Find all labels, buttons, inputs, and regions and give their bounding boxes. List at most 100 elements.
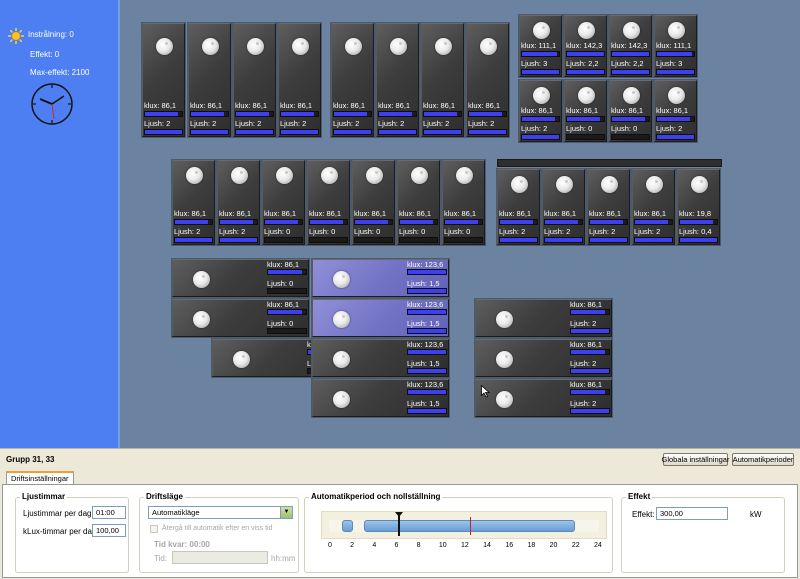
klux-bar-fill	[400, 220, 434, 224]
lamp-tile[interactable]: klux: 86,1 Ljush: 0	[609, 80, 652, 142]
lamp-tile[interactable]: klux: 86,1 Ljush: 2	[466, 23, 509, 137]
lamp-tile[interactable]: klux: 86,1 Ljush: 0	[172, 259, 309, 297]
lamp-tile[interactable]: klux: 86,1 Ljush: 2	[654, 80, 697, 142]
moon-icon	[691, 176, 708, 193]
lamp-tile[interactable]: klux: 86,1 Ljush: 2	[172, 160, 215, 245]
timeline-tick-label: 18	[527, 542, 536, 549]
klux-bar-fill	[500, 220, 534, 224]
klux-label: klux: 86,1	[570, 340, 603, 349]
klux-label: klux: 86,1	[570, 300, 603, 309]
lamp-tile[interactable]: klux: 86,1 Ljush: 0	[352, 160, 395, 245]
lamp-tile[interactable]: klux: 86,1 Ljush: 0	[307, 160, 350, 245]
lamp-tile[interactable]: klux: 86,1 Ljush: 2	[519, 80, 562, 142]
lamp-tile[interactable]: klux: 86,1 Ljush: 2	[142, 23, 185, 137]
lamp-tile[interactable]: klux: 111,1 Ljush: 3	[654, 15, 697, 77]
timeline-tick-label: 4	[372, 542, 377, 549]
lamp-tile[interactable]: klux: 142,3 Ljush: 2,2	[609, 15, 652, 77]
lamp-tile[interactable]: klux: 86,1 Ljush: 2	[376, 23, 419, 137]
klux-bar	[521, 116, 560, 122]
lamp-tile[interactable]: klux: 123,6 Ljush: 1,5	[312, 259, 449, 297]
ljush-bar-fill	[571, 409, 609, 413]
hours-per-day-input[interactable]: 01:00	[92, 506, 126, 519]
lamp-tile[interactable]: klux: 86,1 Ljush: 2	[587, 169, 630, 245]
ljush-label: Ljush: 3	[521, 59, 548, 68]
klux-bar	[544, 219, 583, 225]
ljush-label: Ljush: 0	[444, 227, 471, 236]
ljush-label: Ljush: 2	[570, 319, 597, 328]
klux-bar-fill	[265, 220, 299, 224]
lamp-tile[interactable]: klux: 123,6 Ljush: 1,5	[312, 339, 449, 377]
effekt-label: Effekt:	[632, 510, 655, 519]
lamp-tile[interactable]: klux: 86,1 Ljush: 0	[564, 80, 607, 142]
lamp-tile[interactable]: klux: 86,1 Ljush: 0	[442, 160, 485, 245]
lamp-tile[interactable]: klux: 86,1 Ljush: 2	[475, 339, 612, 377]
ljush-label: Ljush: 2	[423, 119, 450, 128]
timeline-tick-label: 8	[416, 542, 421, 549]
klux-label: klux: 86,1	[544, 209, 577, 218]
lamp-tile[interactable]: klux: 86,1 Ljush: 2	[497, 169, 540, 245]
ljush-bar-fill	[657, 70, 694, 74]
moon-icon	[333, 391, 350, 408]
ljustimmar-title: Ljustimmar	[20, 492, 68, 501]
lamp-tile[interactable]: klux: 123,6 Ljush: 1,5	[312, 299, 449, 337]
auto-periods-button[interactable]: Automatikperioder	[732, 453, 794, 466]
klux-bar	[423, 111, 462, 117]
ljush-label: Ljush: 0	[354, 227, 381, 236]
ljush-label: Ljush: 2	[499, 227, 526, 236]
ljush-bar	[521, 134, 560, 140]
period-marker[interactable]	[397, 516, 400, 536]
ljush-bar	[190, 129, 229, 135]
klux-bar-fill	[545, 220, 579, 224]
moon-icon	[496, 391, 513, 408]
lamp-tile[interactable]: klux: 111,1 Ljush: 3	[519, 15, 562, 77]
lamp-tile[interactable]: klux: 86,1 Ljush: 0	[172, 299, 309, 337]
klux-bar	[566, 116, 605, 122]
lamp-tile[interactable]: klux: 86,1 Ljush: 2	[475, 379, 612, 417]
chevron-down-icon[interactable]: ▼	[280, 507, 292, 518]
ljush-bar	[566, 134, 605, 140]
klux-label: klux: 86,1	[399, 209, 432, 218]
lamp-tile[interactable]: klux: 19,8 Ljush: 0,4	[677, 169, 720, 245]
effekt-input[interactable]: 300,00	[656, 507, 728, 520]
klux-bar-fill	[522, 52, 558, 56]
mode-select[interactable]: Automatikläge ▼	[148, 506, 293, 519]
lamp-tile[interactable]: klux: 142,3 Ljush: 2,2	[564, 15, 607, 77]
klux-label: klux: 86,1	[219, 209, 252, 218]
ljush-bar-fill	[571, 369, 609, 373]
lamp-tile[interactable]: klux: 86,1 Ljush: 2	[475, 299, 612, 337]
ljush-bar-fill	[334, 130, 371, 134]
period-block[interactable]	[342, 520, 354, 532]
lamp-tile[interactable]: klux: 86,1 Ljush: 2	[421, 23, 464, 137]
ljush-bar-fill	[379, 130, 416, 134]
timeline-tick-label: 14	[483, 542, 491, 549]
ljush-label: Ljush: 2,2	[566, 59, 599, 68]
lamp-tile[interactable]: klux: 86,1 Ljush: 2	[233, 23, 276, 137]
ljush-bar-fill	[408, 369, 446, 373]
ljush-label: Ljush: 1,5	[407, 359, 440, 368]
ljustimmar-group: Ljustimmar Ljustimmar per dag: 01:00 kLu…	[15, 492, 129, 573]
lamp-tile[interactable]: klux: 86,1 Ljush: 2	[331, 23, 374, 137]
klux-label: klux: 111,1	[656, 41, 692, 50]
lamp-tile[interactable]: klux: 86,1 Ljush: 0	[262, 160, 305, 245]
return-checkbox[interactable]	[150, 525, 158, 533]
lamp-tile[interactable]: klux: 123,6 Ljush: 1,5	[312, 379, 449, 417]
klux-label: klux: 86,1	[267, 260, 300, 269]
lamp-tile[interactable]: klux: 86,1 Ljush: 2	[632, 169, 675, 245]
klux-bar-fill	[334, 112, 368, 116]
klux-bar	[611, 116, 650, 122]
klux-hours-input[interactable]: 100,00	[92, 524, 126, 537]
global-settings-button[interactable]: Globala inställningar	[662, 453, 729, 466]
ljush-bar	[144, 129, 183, 135]
lamp-tile[interactable]: klux: 86,1 Ljush: 2	[278, 23, 321, 137]
ljush-label: Ljush: 2	[521, 124, 548, 133]
ljush-label: Ljush: 2	[378, 119, 405, 128]
lamp-tile[interactable]: klux: 86,1 Ljush: 2	[542, 169, 585, 245]
period-timeline[interactable]	[321, 511, 607, 539]
lamp-tile[interactable]: klux: 86,1 Ljush: 0	[397, 160, 440, 245]
tab-driftsinstallningar[interactable]: Driftsinställningar	[6, 471, 74, 485]
lamp-tile[interactable]: klux: 86,1 Ljush: 2	[188, 23, 231, 137]
klux-bar	[280, 111, 319, 117]
time-input[interactable]	[172, 551, 268, 564]
lamp-tile[interactable]: klux: 86,1 Ljush: 2	[217, 160, 260, 245]
moon-icon	[601, 176, 618, 193]
